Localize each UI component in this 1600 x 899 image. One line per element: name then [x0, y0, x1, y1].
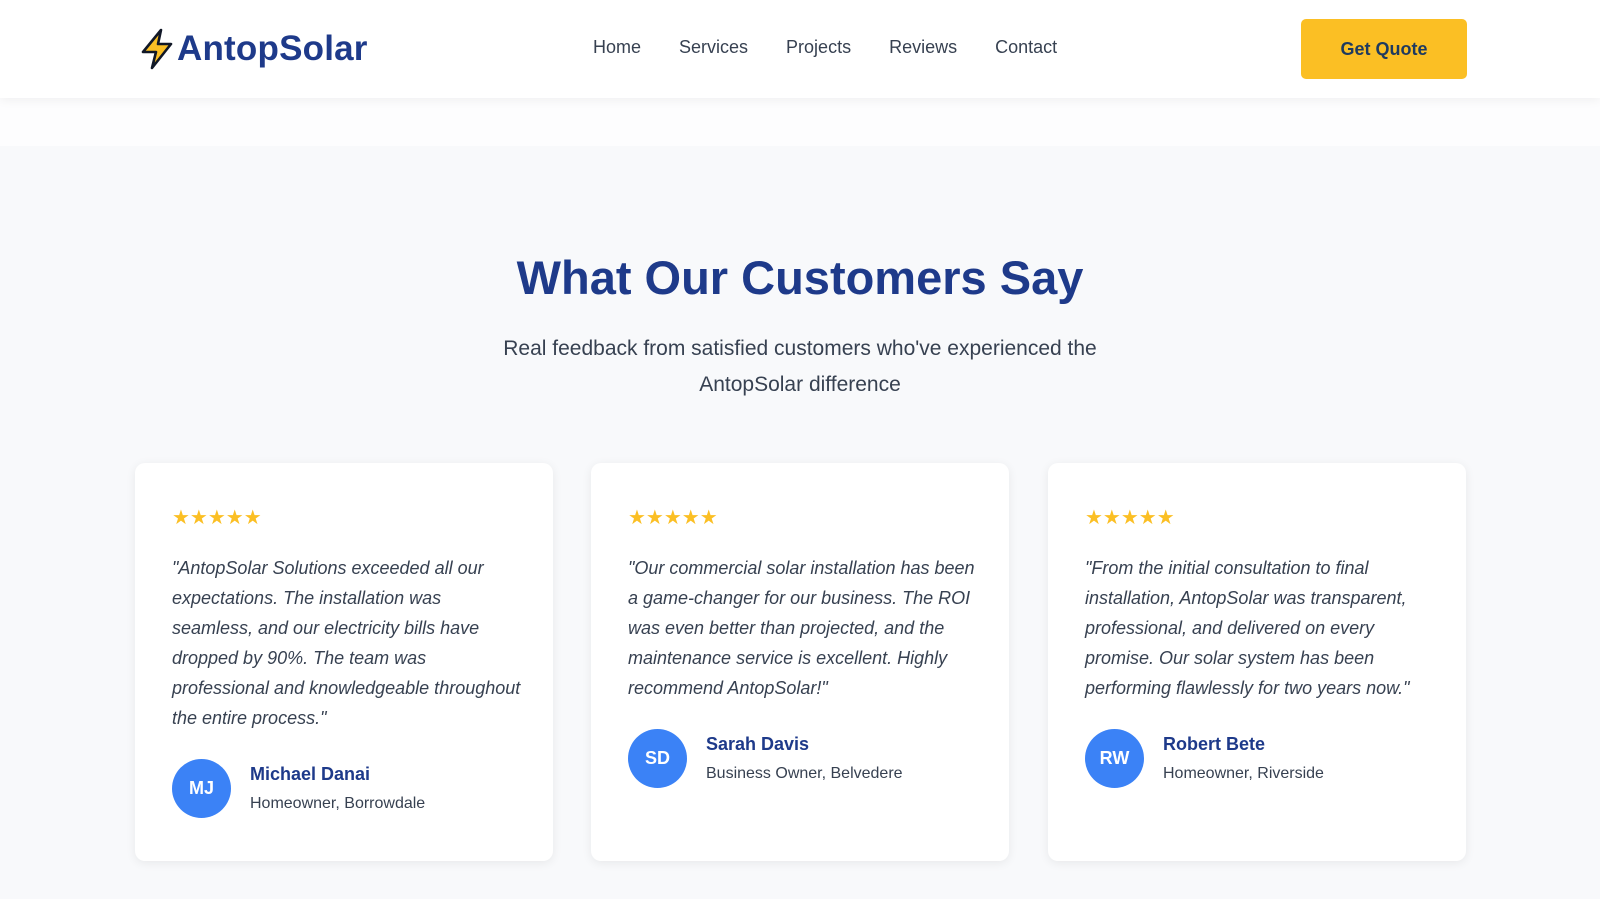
avatar: SD	[628, 729, 687, 788]
avatar: RW	[1085, 729, 1144, 788]
get-quote-button[interactable]: Get Quote	[1301, 19, 1467, 79]
author-info: Michael Danai Homeowner, Borrowdale	[250, 764, 425, 813]
site-header: AntopSolar Home Services Projects Review…	[0, 0, 1600, 98]
testimonial-author: MJ Michael Danai Homeowner, Borrowdale	[172, 759, 425, 818]
brand-logo[interactable]: AntopSolar	[137, 28, 368, 70]
testimonial-quote: "Our commercial solar installation has b…	[628, 558, 975, 698]
testimonial-quote: "AntopSolar Solutions exceeded all our e…	[172, 558, 521, 728]
section-title: What Our Customers Say	[516, 251, 1084, 304]
testimonial-card: ★★★★★ "Our commercial solar installation…	[591, 463, 1009, 861]
testimonial-author: SD Sarah Davis Business Owner, Belvedere	[628, 729, 903, 788]
main-nav: Home Services Projects Reviews Contact	[593, 37, 1095, 58]
testimonial-card: ★★★★★ "AntopSolar Solutions exceeded all…	[135, 463, 553, 861]
hero-bottom-strip	[0, 98, 1600, 146]
section-subtitle: Real feedback from satisfied customers w…	[503, 337, 1097, 396]
nav-reviews[interactable]: Reviews	[889, 37, 957, 58]
testimonial-author: RW Robert Bete Homeowner, Riverside	[1085, 729, 1324, 788]
lightning-bolt-icon	[141, 28, 173, 70]
author-role: Homeowner, Riverside	[1163, 765, 1324, 782]
author-role: Business Owner, Belvedere	[706, 765, 903, 782]
star-rating: ★★★★★	[172, 505, 262, 529]
testimonial-card: ★★★★★ "From the initial consultation to …	[1048, 463, 1466, 861]
author-role: Homeowner, Borrowdale	[250, 795, 426, 812]
nav-contact[interactable]: Contact	[995, 37, 1057, 58]
brand-name: AntopSolar	[177, 29, 368, 68]
nav-home[interactable]: Home	[593, 37, 641, 58]
author-name: Michael Danai	[250, 764, 371, 784]
author-info: Robert Bete Homeowner, Riverside	[1163, 734, 1324, 783]
nav-projects[interactable]: Projects	[786, 37, 851, 58]
nav-services[interactable]: Services	[679, 37, 748, 58]
star-rating: ★★★★★	[1085, 505, 1175, 529]
star-rating: ★★★★★	[628, 505, 718, 529]
author-info: Sarah Davis Business Owner, Belvedere	[706, 734, 903, 783]
testimonial-quote: "From the initial consultation to final …	[1085, 558, 1410, 698]
avatar: MJ	[172, 759, 231, 818]
author-name: Sarah Davis	[706, 734, 810, 754]
testimonials-section: What Our Customers Say Real feedback fro…	[0, 146, 1600, 899]
author-name: Robert Bete	[1163, 734, 1266, 754]
